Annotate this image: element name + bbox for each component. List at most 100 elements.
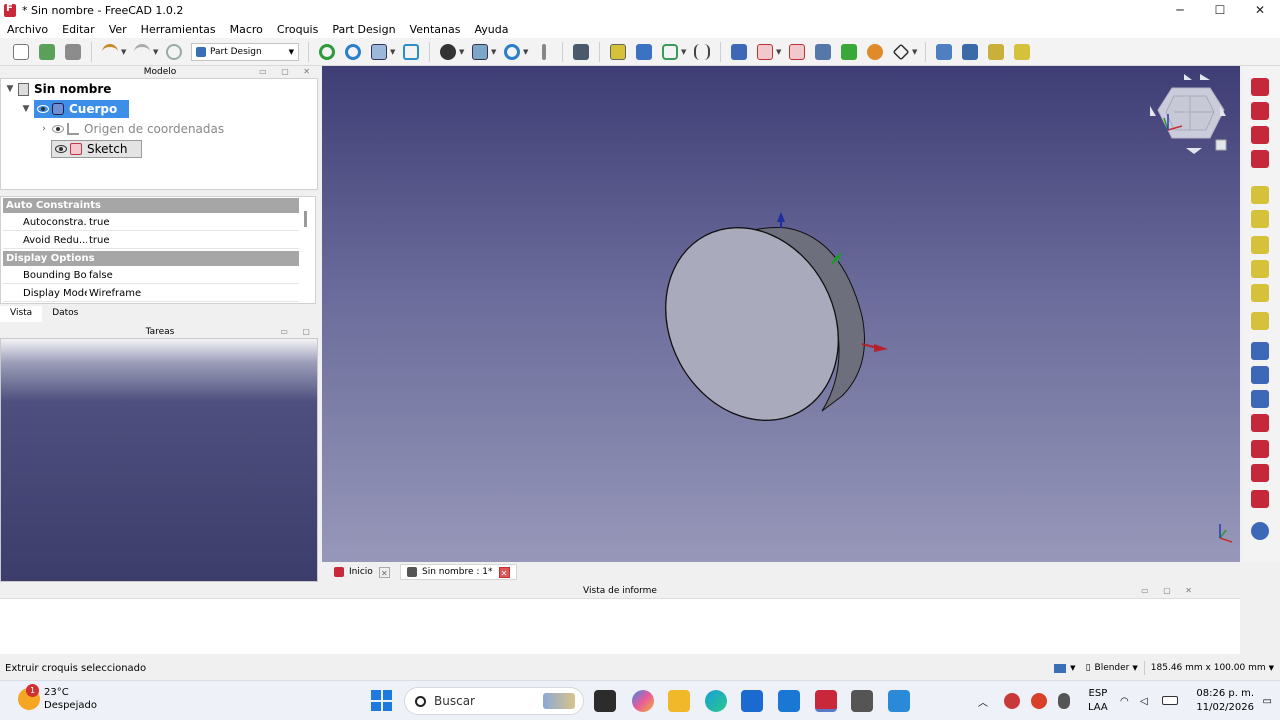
store-icon[interactable] bbox=[741, 690, 763, 712]
microphone-icon[interactable] bbox=[1058, 693, 1070, 709]
tree-item-origin[interactable]: › Origen de coordenadas bbox=[39, 120, 224, 138]
update-icon[interactable] bbox=[1031, 693, 1047, 709]
tree-item-sketch[interactable]: Sketch bbox=[51, 140, 143, 158]
3d-scene[interactable] bbox=[322, 66, 1240, 562]
link-dropdown-icon[interactable]: ▼ bbox=[681, 48, 687, 56]
property-row[interactable]: Autoconstra... true bbox=[3, 214, 299, 231]
close-tab-icon[interactable]: ✕ bbox=[378, 566, 390, 578]
edge-browser-icon[interactable] bbox=[705, 690, 727, 712]
subtractive-pipe-icon[interactable] bbox=[1251, 284, 1269, 302]
whats-this-button[interactable] bbox=[570, 41, 592, 63]
volume-icon[interactable]: ◁ bbox=[1140, 681, 1148, 720]
wifi-icon[interactable]: ◠ bbox=[1120, 681, 1129, 720]
close-tab-icon[interactable]: ✕ bbox=[498, 566, 510, 578]
system-clock[interactable]: 08:26 p. m. 11/02/2026 bbox=[1196, 687, 1254, 715]
fillet-icon[interactable] bbox=[1251, 414, 1269, 432]
property-value[interactable]: false bbox=[89, 267, 113, 284]
weather-widget[interactable]: 1 23°C Despejado bbox=[18, 684, 97, 712]
navigation-cube[interactable] bbox=[1150, 74, 1227, 154]
boolean-icon[interactable] bbox=[1251, 522, 1269, 540]
menu-ver[interactable]: Ver bbox=[102, 23, 134, 36]
standard-views-dropdown-icon[interactable]: ▼ bbox=[491, 48, 497, 56]
start-button[interactable] bbox=[371, 690, 392, 711]
show-hidden-icons[interactable]: ︿ bbox=[978, 681, 988, 720]
create-part-button[interactable] bbox=[607, 41, 629, 63]
groove-icon[interactable] bbox=[1251, 236, 1269, 254]
clone-button[interactable] bbox=[864, 41, 886, 63]
snipping-tool-icon[interactable] bbox=[888, 690, 910, 712]
sub-shape-binder-button[interactable] bbox=[838, 41, 860, 63]
property-group[interactable]: Auto Constraints bbox=[3, 198, 299, 213]
property-row[interactable]: Bounding Box false bbox=[3, 267, 299, 284]
additive-feature-button-2[interactable] bbox=[959, 41, 981, 63]
tree-item-document[interactable]: ▼ Sin nombre bbox=[5, 80, 112, 98]
taskbar-search[interactable]: Buscar bbox=[404, 687, 584, 715]
property-value[interactable]: Wireframe bbox=[89, 285, 141, 302]
outlook-icon[interactable] bbox=[778, 690, 800, 712]
draw-style-dropdown-icon[interactable]: ▼ bbox=[459, 48, 465, 56]
subtractive-loft-icon[interactable] bbox=[1251, 260, 1269, 278]
datum-button[interactable] bbox=[890, 41, 912, 63]
tree-item-body[interactable]: ▼ Cuerpo bbox=[21, 100, 130, 118]
hole-icon[interactable] bbox=[1251, 210, 1269, 228]
open-file-button[interactable] bbox=[36, 41, 58, 63]
redo-button[interactable] bbox=[131, 41, 153, 63]
visibility-eye-icon[interactable] bbox=[55, 145, 67, 153]
freecad-taskbar-icon[interactable] bbox=[815, 690, 837, 712]
property-value[interactable]: true bbox=[89, 214, 110, 231]
maximize-button[interactable]: ☐ bbox=[1200, 0, 1240, 20]
create-sketch-button[interactable] bbox=[754, 41, 776, 63]
view-dropdown-icon[interactable]: ▼ bbox=[390, 48, 396, 56]
sketch-dropdown-icon[interactable]: ▼ bbox=[776, 48, 782, 56]
collapse-arrow-icon[interactable]: › bbox=[39, 124, 49, 134]
undo-button[interactable] bbox=[99, 41, 121, 63]
save-file-button[interactable] bbox=[62, 41, 84, 63]
security-icon[interactable] bbox=[1004, 693, 1020, 709]
polar-pattern-icon[interactable] bbox=[1251, 390, 1269, 408]
menu-macro[interactable]: Macro bbox=[223, 23, 270, 36]
tab-datos[interactable]: Datos bbox=[42, 306, 88, 322]
refresh-button[interactable] bbox=[163, 41, 185, 63]
menu-ventanas[interactable]: Ventanas bbox=[403, 23, 468, 36]
fit-all-button[interactable] bbox=[316, 41, 338, 63]
menu-part-design[interactable]: Part Design bbox=[325, 23, 402, 36]
box-zoom-button[interactable] bbox=[400, 41, 422, 63]
mirrored-icon[interactable] bbox=[1251, 342, 1269, 360]
property-group[interactable]: Display Options bbox=[3, 251, 299, 266]
subtractive-primitive-icon[interactable] bbox=[1251, 312, 1269, 330]
panel-controls[interactable]: ▭ ▢ ✕ bbox=[1141, 584, 1198, 598]
validate-sketch-button[interactable] bbox=[786, 41, 808, 63]
datum-dropdown-icon[interactable]: ▼ bbox=[912, 48, 918, 56]
chevron-down-icon[interactable]: ▼ bbox=[1070, 664, 1075, 672]
linear-pattern-icon[interactable] bbox=[1251, 366, 1269, 384]
fit-selection-button[interactable] bbox=[342, 41, 364, 63]
minimize-button[interactable]: ─ bbox=[1160, 0, 1200, 20]
property-row[interactable]: Display Mode Wireframe bbox=[3, 285, 299, 302]
standard-views-button[interactable] bbox=[469, 41, 491, 63]
create-body-button[interactable] bbox=[728, 41, 750, 63]
property-scrollbar[interactable] bbox=[304, 211, 307, 227]
undo-dropdown-icon[interactable]: ▼ bbox=[121, 48, 127, 56]
menu-ayuda[interactable]: Ayuda bbox=[467, 23, 515, 36]
create-variable-set-button[interactable] bbox=[691, 41, 713, 63]
language-indicator[interactable]: ESP LAA bbox=[1088, 687, 1108, 715]
revolution-icon[interactable] bbox=[1251, 102, 1269, 120]
create-group-button[interactable] bbox=[633, 41, 655, 63]
thickness-icon[interactable] bbox=[1251, 490, 1269, 508]
additive-feature-button-4[interactable] bbox=[1011, 41, 1033, 63]
chevron-down-icon[interactable]: ▼ bbox=[1132, 664, 1137, 672]
chevron-down-icon[interactable]: ▼ bbox=[1269, 664, 1274, 672]
file-explorer-icon[interactable] bbox=[668, 690, 690, 712]
cylinder-face[interactable] bbox=[633, 197, 872, 451]
chamfer-icon[interactable] bbox=[1251, 440, 1269, 458]
close-window-button[interactable]: ✕ bbox=[1240, 0, 1280, 20]
additive-feature-button-3[interactable] bbox=[985, 41, 1007, 63]
navigation-style-icon[interactable] bbox=[1054, 663, 1067, 673]
menu-croquis[interactable]: Croquis bbox=[270, 23, 325, 36]
hidden-eye-icon[interactable] bbox=[52, 125, 64, 133]
draft-icon[interactable] bbox=[1251, 464, 1269, 482]
report-view[interactable] bbox=[0, 598, 1240, 654]
notifications-icon[interactable]: ▭ bbox=[1263, 681, 1272, 720]
shape-binder-button[interactable] bbox=[812, 41, 834, 63]
task-view-icon[interactable] bbox=[594, 690, 616, 712]
